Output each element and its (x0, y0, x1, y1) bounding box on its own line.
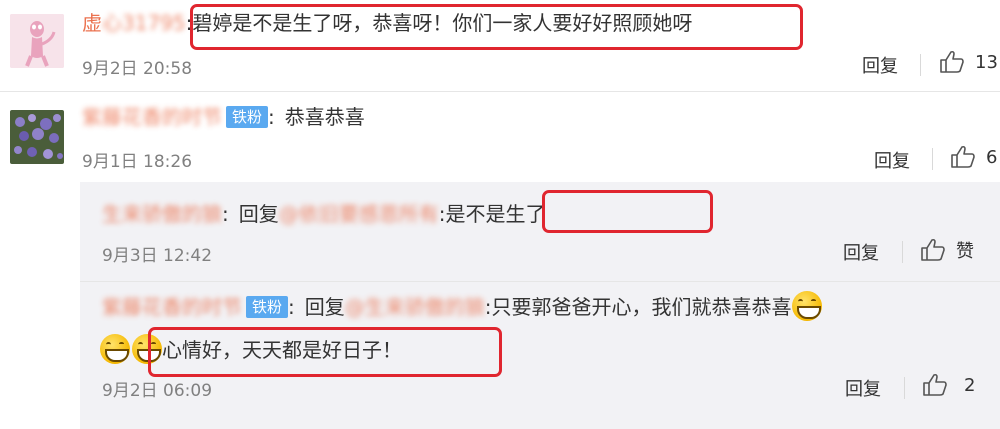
reply-time: 9月3日 12:42 (102, 246, 213, 266)
comment-body: 紫藤花香的时节 铁粉: 恭喜恭喜 (82, 103, 365, 131)
colon: : (222, 202, 229, 226)
avatar[interactable] (10, 110, 64, 164)
divider (932, 148, 933, 170)
comment-text: 恭喜恭喜 (284, 105, 365, 129)
grin-emoji-icon (791, 291, 822, 321)
thumbs-up-icon (951, 145, 975, 168)
like-count: 6 (986, 146, 998, 168)
reply-button[interactable]: 回复 (874, 147, 910, 173)
grin-emoji-icon (132, 334, 162, 364)
colon: : (288, 295, 295, 319)
reply-body: 生来骄傲的狼: 回复@依旧要感恩所有:是不是生了 (102, 200, 546, 228)
divider (904, 377, 905, 399)
divider (920, 54, 921, 76)
mention-link[interactable]: @生来骄傲的狼 (345, 295, 485, 319)
wisteria-avatar-image (10, 110, 64, 164)
thumbs-up-icon (940, 50, 964, 73)
comment-text: 碧婷是不是生了呀，恭喜呀！你们一家人要好好照顾她呀 (192, 11, 693, 35)
like-count: 2 (964, 374, 976, 396)
avatar[interactable] (10, 14, 64, 68)
reply-prefix: 回复 (238, 202, 279, 226)
reply-body: 紫藤花香的时节 铁粉: 回复@生来骄傲的狼:只要郭爸爸开心，我们就恭喜恭喜 (102, 291, 822, 321)
grin-emoji-icon (100, 334, 130, 364)
pink-panther-avatar-image (10, 14, 64, 68)
mention-link[interactable]: @依旧要感恩所有 (279, 202, 439, 226)
reply-button[interactable]: 回复 (845, 375, 881, 401)
reply-text-continued: 心情好，天天都是好日子！ (162, 338, 402, 362)
reply-prefix: 回复 (304, 295, 345, 319)
reply-button[interactable]: 回复 (843, 239, 879, 265)
reply-text: :只要郭爸爸开心，我们就恭喜恭喜 (484, 295, 792, 319)
fan-badge[interactable]: 铁粉 (226, 106, 269, 128)
like-button[interactable]: 赞 (920, 237, 974, 263)
fan-badge[interactable]: 铁粉 (246, 296, 289, 318)
username-link[interactable]: 紫藤花香的时节 (102, 295, 242, 319)
like-button[interactable]: 13 (939, 50, 998, 74)
thumbs-up-icon (923, 373, 947, 396)
reply-time: 9月2日 06:09 (102, 381, 213, 401)
like-label: 赞 (956, 241, 974, 262)
comment-item: 虚心31795:碧婷是不是生了呀，恭喜呀！你们一家人要好好照顾她呀 9月2日 2… (0, 0, 1000, 92)
divider (902, 241, 903, 263)
username-link[interactable]: 生来骄傲的狼 (102, 202, 222, 226)
username-link[interactable]: 虚心31795 (82, 11, 186, 35)
colon: : (268, 105, 275, 129)
comment-time: 9月1日 18:26 (82, 152, 193, 172)
comment-body: 虚心31795:碧婷是不是生了呀，恭喜呀！你们一家人要好好照顾她呀 (82, 9, 692, 37)
reply-item: 紫藤花香的时节 铁粉: 回复@生来骄傲的狼:只要郭爸爸开心，我们就恭喜恭喜 心情好，… (0, 282, 1000, 429)
like-button[interactable]: 6 (950, 145, 997, 169)
reply-button[interactable]: 回复 (862, 52, 898, 78)
comment-time: 9月2日 20:58 (82, 59, 193, 79)
like-count: 13 (975, 51, 998, 73)
comment-item: 紫藤花香的时节 铁粉: 恭喜恭喜 9月1日 18:26 回复 6 (0, 92, 1000, 182)
username-link[interactable]: 紫藤花香的时节 (82, 105, 222, 129)
reply-text: :是不是生了 (438, 202, 546, 226)
thumbs-up-icon (921, 238, 945, 261)
reply-item: 生来骄傲的狼: 回复@依旧要感恩所有:是不是生了 9月3日 12:42 回复 赞 (0, 182, 1000, 280)
like-button[interactable]: 2 (922, 373, 975, 397)
reply-body-line2: 心情好，天天都是好日子！ (100, 334, 402, 364)
